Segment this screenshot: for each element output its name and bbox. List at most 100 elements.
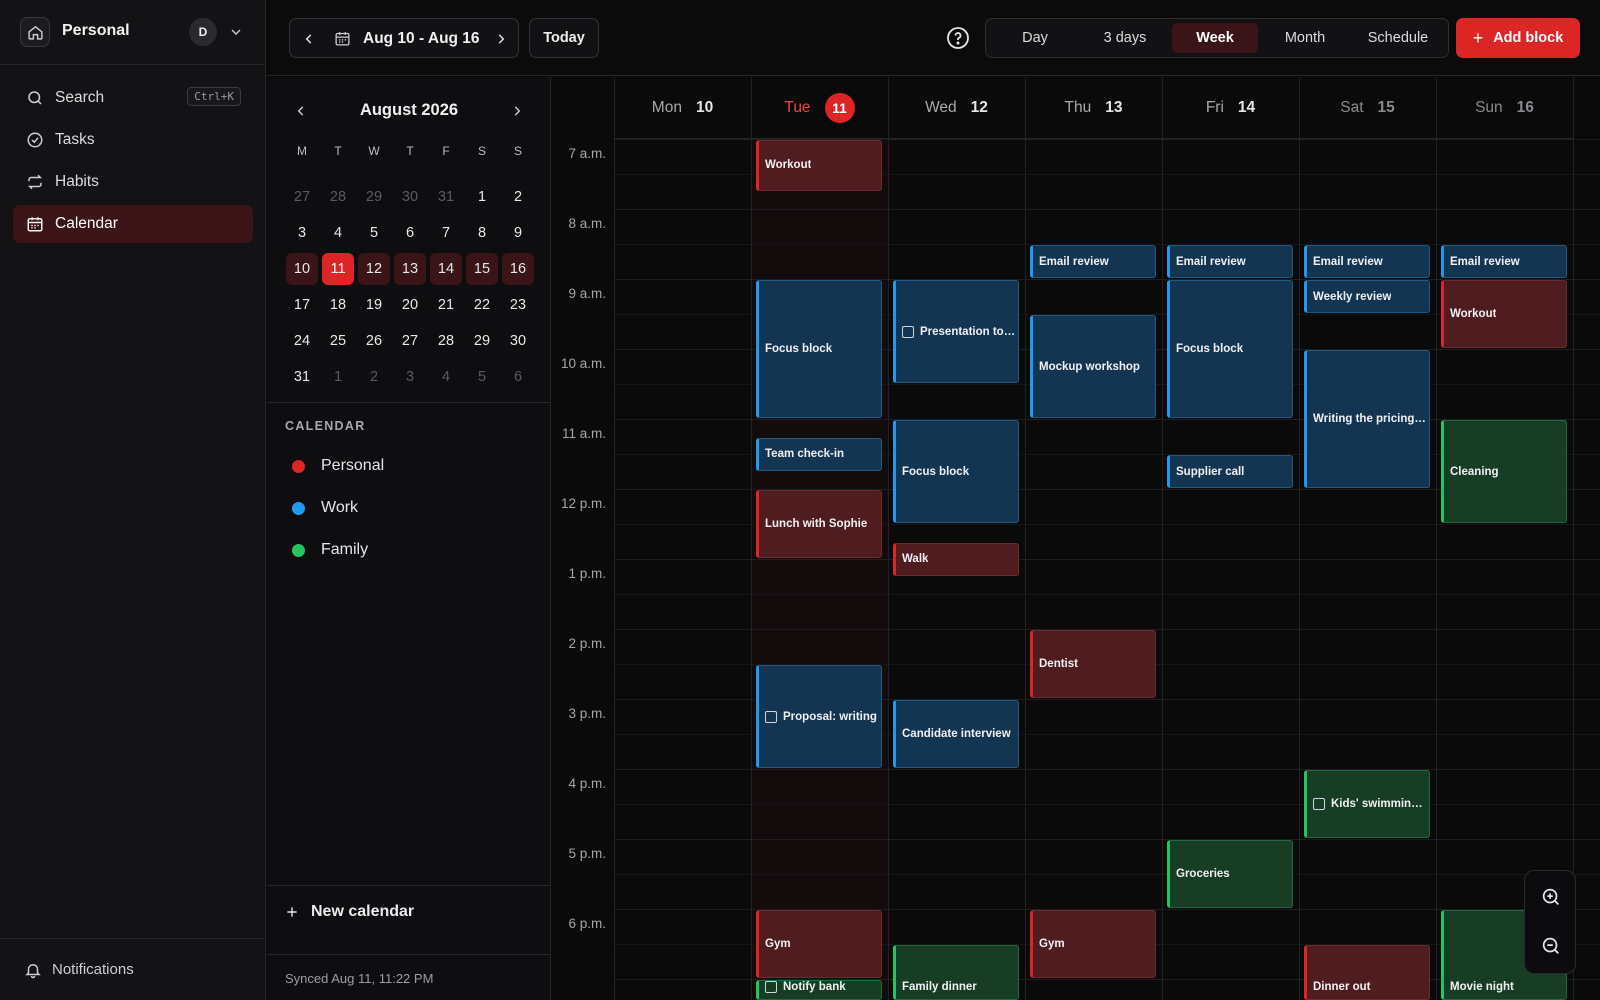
date-range-label[interactable]: Aug 10 - Aug 16 — [363, 30, 480, 48]
day-header-thu[interactable]: Thu 13 — [1025, 77, 1162, 139]
mini-calendar-day[interactable]: 2 — [358, 361, 390, 393]
mini-calendar-day[interactable]: 4 — [322, 217, 354, 249]
mini-calendar-day[interactable]: 25 — [322, 325, 354, 357]
sidebar-item-tasks[interactable]: Tasks — [13, 121, 253, 159]
zoom-out-icon[interactable] — [1538, 933, 1564, 959]
mini-calendar-day[interactable]: 10 — [286, 253, 318, 285]
view-month[interactable]: Month — [1262, 23, 1348, 53]
mini-calendar-day[interactable]: 27 — [394, 325, 426, 357]
event-block[interactable]: Gym — [756, 910, 882, 978]
mini-calendar-day[interactable]: 28 — [322, 181, 354, 213]
event-block[interactable]: Notify bank — [756, 980, 882, 1000]
mini-calendar-day[interactable]: 4 — [430, 361, 462, 393]
event-block[interactable]: Focus block — [1167, 280, 1293, 418]
mini-calendar-day[interactable]: 17 — [286, 289, 318, 321]
view-schedule[interactable]: Schedule — [1352, 23, 1444, 53]
mini-calendar-day[interactable]: 22 — [466, 289, 498, 321]
mini-calendar-day[interactable]: 3 — [394, 361, 426, 393]
mini-calendar-day[interactable]: 21 — [430, 289, 462, 321]
mini-calendar-day[interactable]: 6 — [502, 361, 534, 393]
mini-calendar-day[interactable]: 27 — [286, 181, 318, 213]
chevron-right-icon[interactable] — [505, 99, 529, 123]
mini-calendar-day[interactable]: 9 — [502, 217, 534, 249]
mini-calendar-day[interactable]: 20 — [394, 289, 426, 321]
calendar-item-personal[interactable]: Personal — [285, 457, 384, 475]
view-week[interactable]: Week — [1172, 23, 1258, 53]
chevron-down-icon[interactable] — [228, 24, 244, 40]
task-checkbox[interactable] — [765, 710, 777, 723]
event-block[interactable]: Groceries — [1167, 840, 1293, 908]
task-checkbox[interactable] — [1313, 798, 1325, 810]
mini-calendar-day[interactable]: 7 — [430, 217, 462, 249]
mini-calendar-day[interactable]: 30 — [394, 181, 426, 213]
chevron-left-icon[interactable] — [298, 28, 320, 50]
mini-calendar-day[interactable]: 26 — [358, 325, 390, 357]
avatar[interactable]: D — [189, 18, 217, 46]
event-block[interactable]: Lunch with Sophie — [756, 490, 882, 558]
day-header-wed[interactable]: Wed 12 — [888, 77, 1025, 139]
view-day[interactable]: Day — [992, 23, 1078, 53]
event-block[interactable]: Presentation to team — [893, 280, 1019, 383]
day-header-tue[interactable]: Tue 11 — [751, 77, 888, 139]
mini-calendar-day[interactable]: 24 — [286, 325, 318, 357]
view-3-days[interactable]: 3 days — [1082, 23, 1168, 53]
event-block[interactable]: Workout — [756, 140, 882, 191]
mini-calendar-day[interactable]: 31 — [430, 181, 462, 213]
day-header-fri[interactable]: Fri 14 — [1162, 77, 1299, 139]
event-block[interactable]: Kids' swimming lesson — [1304, 770, 1430, 838]
mini-calendar-day[interactable]: 18 — [322, 289, 354, 321]
sidebar-item-search[interactable]: Search Ctrl+K — [13, 79, 253, 117]
mini-calendar-day[interactable]: 31 — [286, 361, 318, 393]
event-block[interactable]: Cleaning — [1441, 420, 1567, 523]
mini-calendar-day[interactable]: 12 — [358, 253, 390, 285]
event-block[interactable]: Walk — [893, 542, 1019, 576]
event-block[interactable]: Proposal: writing — [756, 665, 882, 768]
mini-calendar-day[interactable]: 14 — [430, 253, 462, 285]
home-icon[interactable] — [20, 17, 50, 47]
day-header-mon[interactable]: Mon 10 — [614, 77, 751, 139]
event-block[interactable]: Writing the pricing page — [1304, 350, 1430, 488]
mini-calendar-today[interactable]: 11 — [322, 253, 354, 285]
event-block[interactable]: Workout — [1441, 280, 1567, 348]
mini-calendar-day[interactable]: 1 — [466, 181, 498, 213]
zoom-in-icon[interactable] — [1538, 884, 1564, 910]
mini-calendar-day[interactable]: 5 — [358, 217, 390, 249]
event-block[interactable]: Email review — [1304, 245, 1430, 278]
mini-calendar-day[interactable]: 15 — [466, 253, 498, 285]
mini-calendar-day[interactable]: 29 — [358, 181, 390, 213]
event-block[interactable]: Weekly review — [1304, 280, 1430, 313]
event-block[interactable]: Family dinner — [893, 945, 1019, 1000]
event-block[interactable]: Focus block — [893, 420, 1019, 523]
mini-calendar-day[interactable]: 19 — [358, 289, 390, 321]
event-block[interactable]: Dentist — [1030, 630, 1156, 698]
sidebar-item-calendar[interactable]: Calendar — [13, 205, 253, 243]
mini-calendar-day[interactable]: 13 — [394, 253, 426, 285]
mini-calendar-day[interactable]: 23 — [502, 289, 534, 321]
add-block-button[interactable]: + Add block — [1456, 18, 1580, 58]
sidebar-item-habits[interactable]: Habits — [13, 163, 253, 201]
event-block[interactable]: Email review — [1167, 245, 1293, 278]
mini-calendar-day[interactable]: 1 — [322, 361, 354, 393]
workspace-name[interactable]: Personal — [62, 22, 130, 40]
event-block[interactable]: Mockup workshop — [1030, 315, 1156, 418]
day-header-sun[interactable]: Sun 16 — [1436, 77, 1573, 139]
event-block[interactable]: Candidate interview — [893, 700, 1019, 768]
calendar-item-family[interactable]: Family — [285, 541, 368, 559]
task-checkbox[interactable] — [902, 325, 914, 338]
help-icon[interactable] — [946, 26, 970, 50]
mini-calendar-day[interactable]: 29 — [466, 325, 498, 357]
event-block[interactable]: Email review — [1030, 245, 1156, 278]
event-block[interactable]: Dinner out — [1304, 945, 1430, 1000]
event-block[interactable]: Focus block — [756, 280, 882, 418]
mini-calendar-day[interactable]: 28 — [430, 325, 462, 357]
mini-calendar-day[interactable]: 16 — [502, 253, 534, 285]
new-calendar-button[interactable]: New calendar — [285, 903, 414, 921]
event-block[interactable]: Gym — [1030, 910, 1156, 978]
mini-calendar-day[interactable]: 5 — [466, 361, 498, 393]
mini-calendar-day[interactable]: 2 — [502, 181, 534, 213]
task-checkbox[interactable] — [765, 981, 777, 993]
event-block[interactable]: Supplier call — [1167, 455, 1293, 488]
chevron-right-icon[interactable] — [490, 28, 512, 50]
calendar-item-work[interactable]: Work — [285, 499, 358, 517]
event-block[interactable]: Email review — [1441, 245, 1567, 278]
